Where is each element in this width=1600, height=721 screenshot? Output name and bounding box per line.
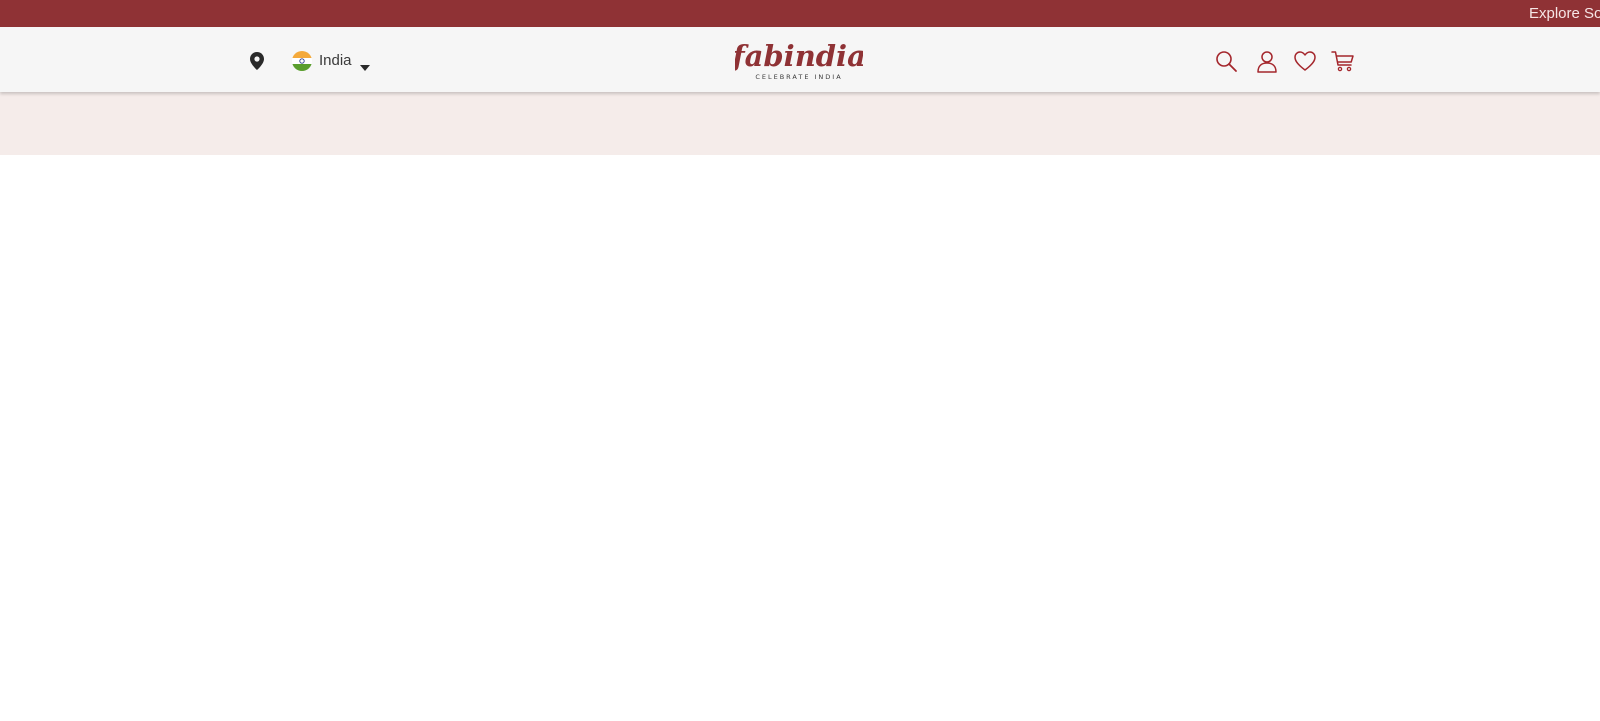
banner-strip: [0, 92, 1600, 155]
announcement-text[interactable]: Explore So: [1529, 5, 1600, 23]
svg-text:CELEBRATE INDIA: CELEBRATE INDIA: [755, 73, 842, 81]
caret-down-icon: [359, 58, 370, 71]
user-icon[interactable]: [1255, 49, 1279, 73]
main-content: [0, 155, 1600, 721]
svg-text:fabindia: fabindia: [735, 39, 863, 73]
search-icon[interactable]: [1214, 49, 1238, 73]
map-pin-icon[interactable]: [250, 52, 264, 70]
cart-icon[interactable]: [1331, 49, 1355, 73]
country-selector[interactable]: India: [292, 50, 370, 72]
country-label: India: [319, 52, 352, 69]
fabindia-logo[interactable]: fabindia CELEBRATE INDIA: [730, 36, 866, 84]
announcement-bar: Explore So: [0, 0, 1600, 27]
site-header: India fabindia CELEBRATE INDIA: [0, 27, 1600, 92]
heart-icon[interactable]: [1293, 49, 1317, 73]
india-flag-icon: [292, 51, 312, 71]
